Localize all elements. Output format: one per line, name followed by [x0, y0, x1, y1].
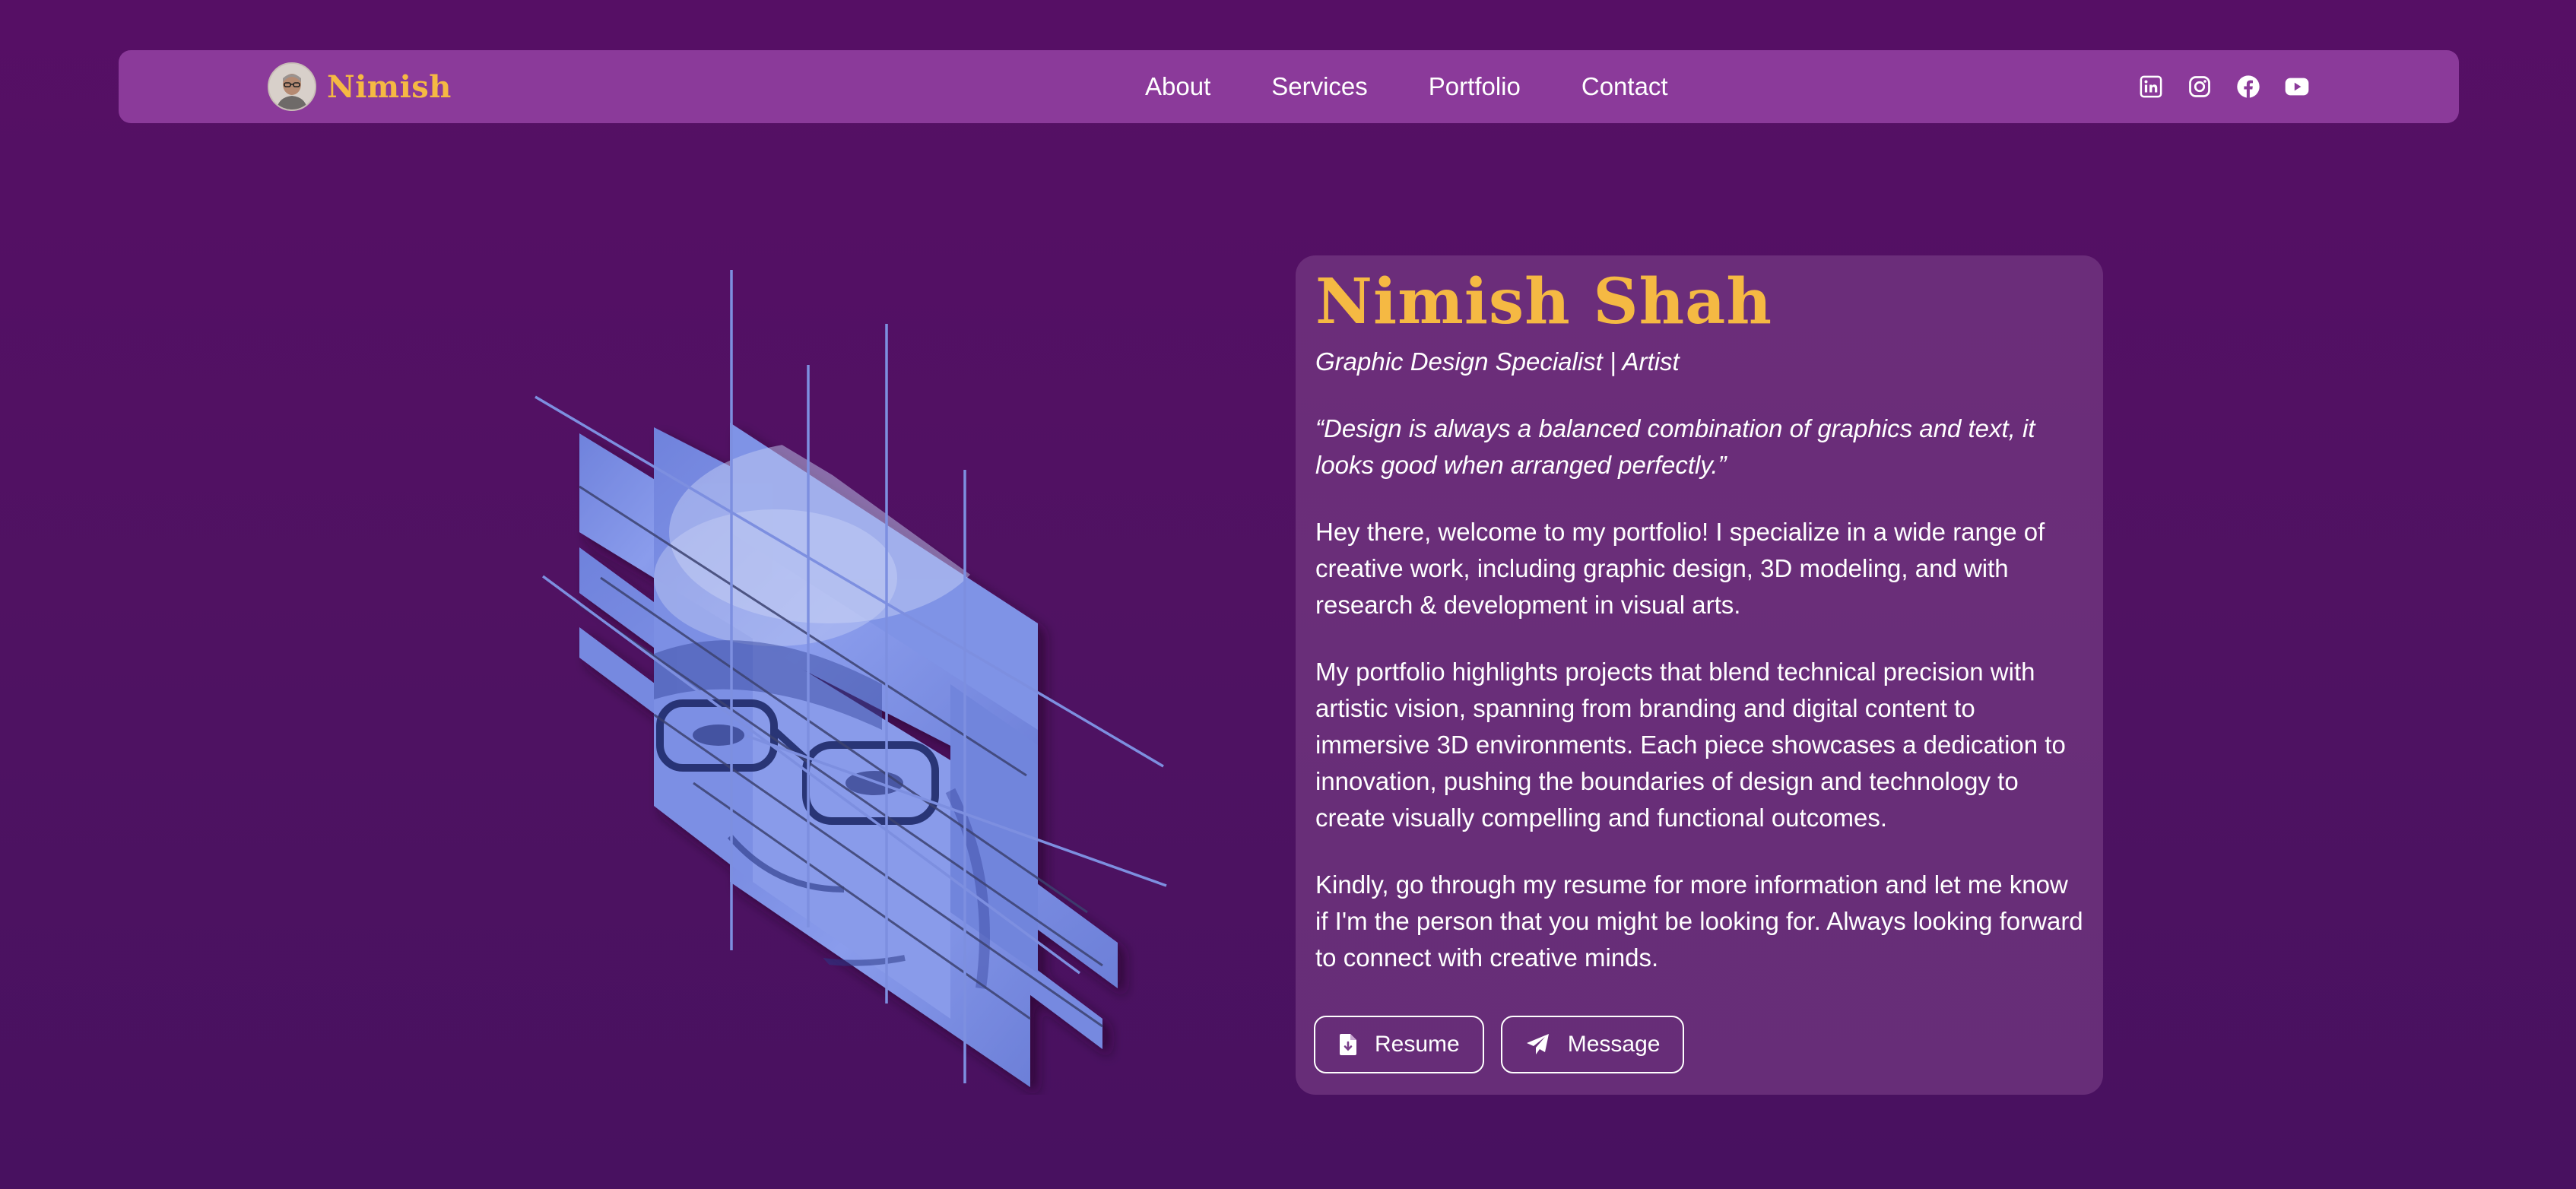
brand[interactable]: Nimish [268, 62, 452, 111]
message-button-label: Message [1567, 1032, 1661, 1057]
paper-plane-icon [1526, 1034, 1550, 1055]
file-download-icon [1340, 1034, 1356, 1055]
profile-card: Nimish Shah Graphic Design Specialist | … [1296, 255, 2103, 1095]
resume-paragraph: Kindly, go through my resume for more in… [1315, 870, 2083, 972]
profile-role: Graphic Design Specialist | Artist [1315, 347, 1680, 376]
social-links [2115, 50, 2310, 123]
portrait-artwork [525, 258, 1209, 1095]
resume-button[interactable]: Resume [1314, 1016, 1484, 1073]
profile-quote: “Design is always a balanced combination… [1315, 414, 2035, 480]
brand-name: Nimish [327, 68, 452, 105]
nav-links: About Services Portfolio Contact [1145, 50, 1668, 123]
nav-link-contact[interactable]: Contact [1581, 72, 1668, 101]
card-actions: Resume Message [1314, 1016, 1701, 1073]
facebook-icon[interactable] [2235, 74, 2261, 100]
message-button[interactable]: Message [1500, 1016, 1685, 1073]
nav-link-portfolio[interactable]: Portfolio [1429, 72, 1521, 101]
profile-name: Nimish Shah [1315, 265, 1772, 338]
top-navbar: Nimish About Services Portfolio Contact [119, 50, 2459, 123]
instagram-icon[interactable] [2187, 74, 2213, 100]
nav-link-services[interactable]: Services [1271, 72, 1368, 101]
avatar [268, 62, 316, 111]
intro-paragraph: Hey there, welcome to my portfolio! I sp… [1315, 518, 2045, 620]
youtube-icon[interactable] [2284, 74, 2310, 100]
resume-button-label: Resume [1375, 1032, 1460, 1057]
linkedin-icon[interactable] [2138, 74, 2164, 100]
portfolio-paragraph: My portfolio highlights projects that bl… [1315, 658, 2066, 832]
nav-link-about[interactable]: About [1145, 72, 1210, 101]
